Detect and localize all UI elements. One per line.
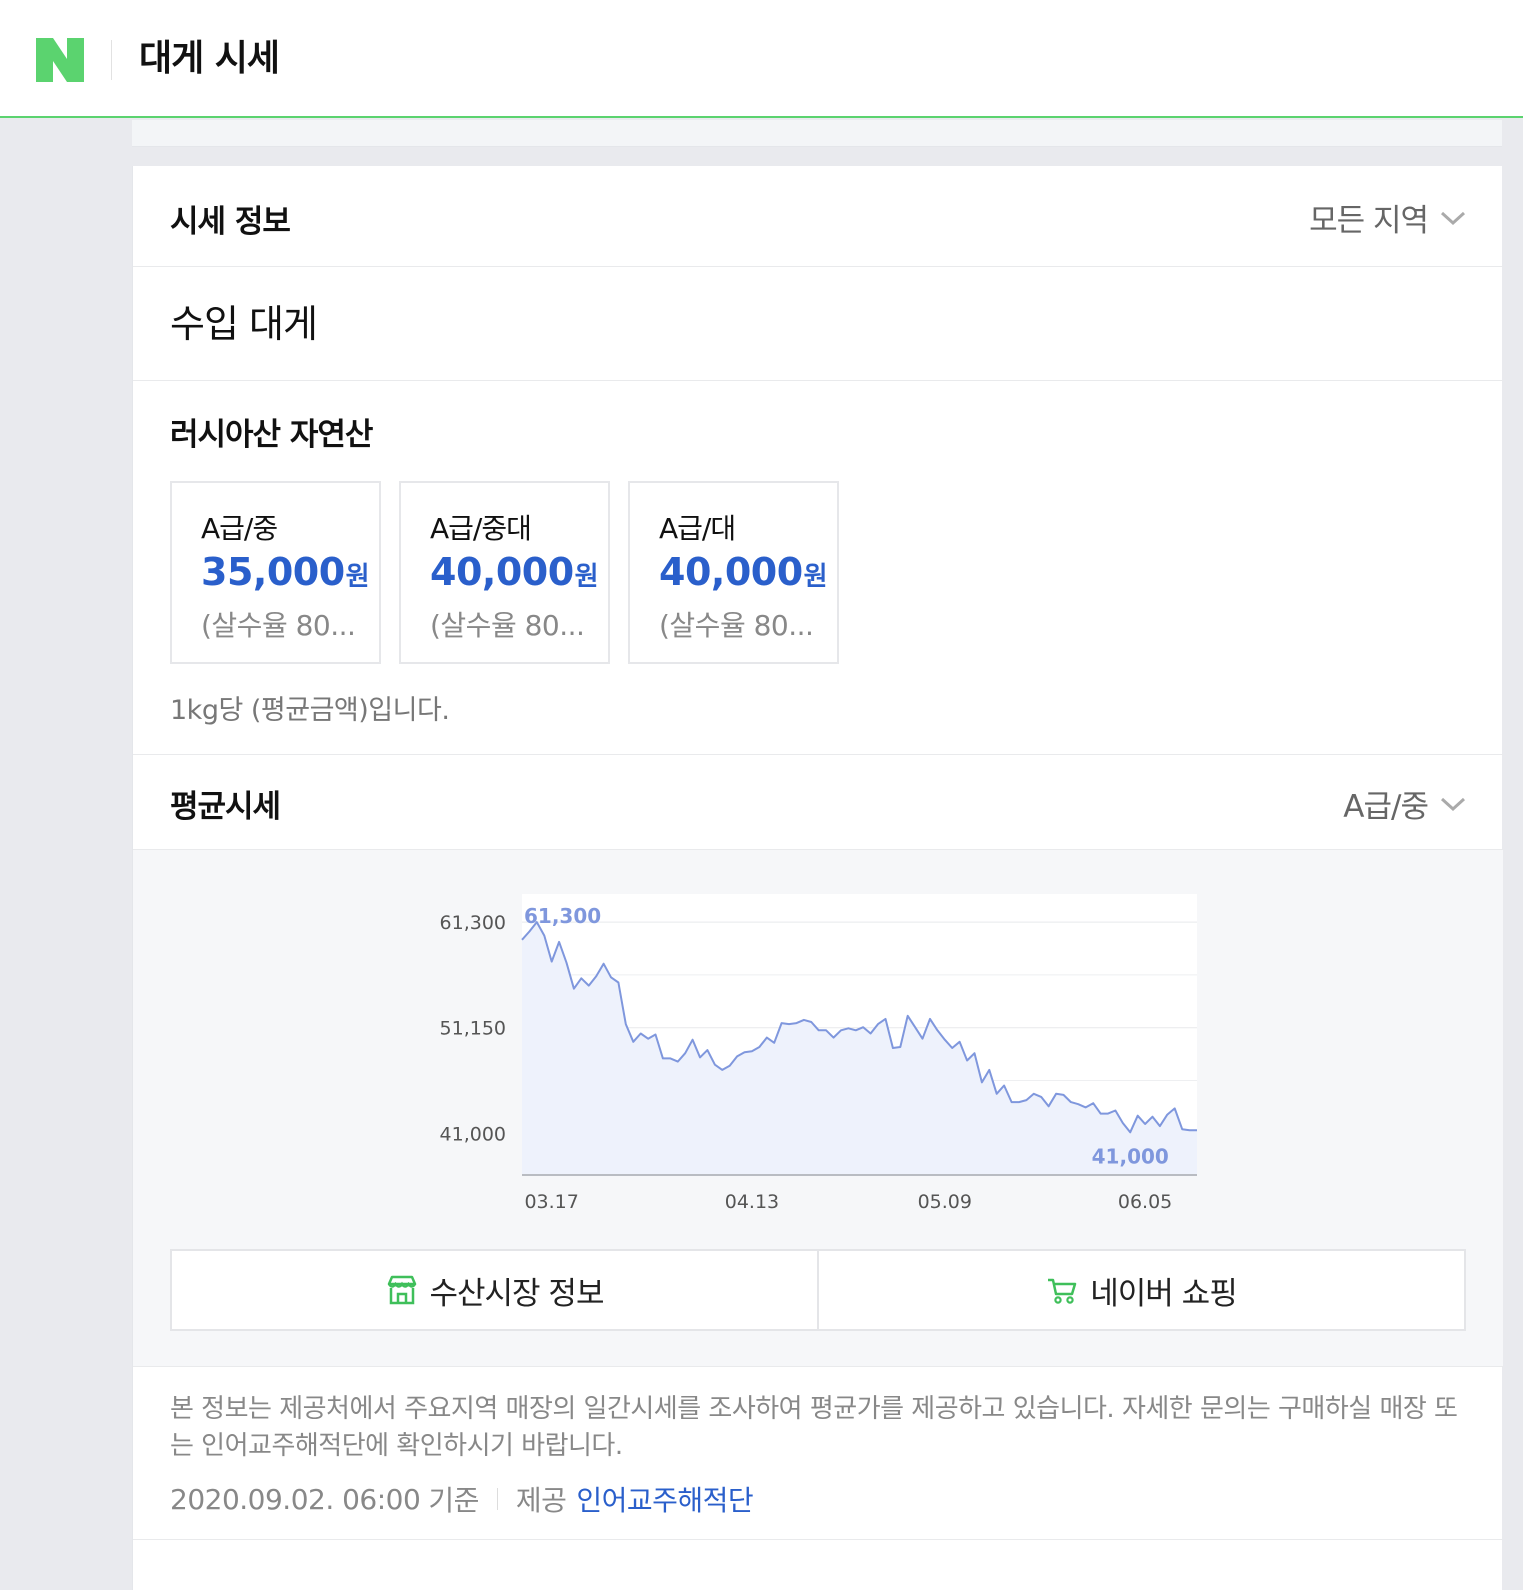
y-tick-label: 61,300 xyxy=(440,912,506,934)
source-divider xyxy=(496,1488,498,1510)
grade-name: A급/대 xyxy=(659,512,736,545)
info-title: 시세 정보 xyxy=(170,204,291,240)
market-info-label: 수산시장 정보 xyxy=(429,1275,605,1312)
product-name: 수입 대게 xyxy=(170,302,318,346)
y-tick-label: 41,000 xyxy=(440,1123,506,1145)
naver-shopping-label: 네이버 쇼핑 xyxy=(1090,1275,1237,1312)
grade-note: (살수율 80... xyxy=(430,609,585,642)
grade-card[interactable]: A급/중 35,000원 (살수율 80... xyxy=(170,481,381,664)
info-header: 시세 정보 모든 지역 xyxy=(133,166,1503,267)
price-info-card: 시세 정보 모든 지역 수입 대게 러시아산 자연산 A급/중 35,000원 … xyxy=(132,166,1503,1590)
grade-note: (살수율 80... xyxy=(201,609,356,642)
price-unit: 원 xyxy=(574,562,599,592)
market-info-button[interactable]: 수산시장 정보 xyxy=(172,1251,817,1329)
shopping-cart-icon xyxy=(1048,1278,1077,1304)
grade-name: A급/중대 xyxy=(430,512,532,545)
header-divider xyxy=(111,40,112,80)
max-value-label: 61,300 xyxy=(524,904,601,928)
grade-card[interactable]: A급/중대 40,000원 (살수율 80... xyxy=(399,481,610,664)
chart-area: 61,300 51,150 41,000 03.17 04.13 05.09 06.05 61… xyxy=(133,849,1503,1367)
grade-select[interactable]: A급/중 xyxy=(1343,781,1466,826)
price-value: 35,000 xyxy=(201,550,345,594)
region-select-label: 모든 지역 xyxy=(1309,203,1429,239)
price-unit: 원 xyxy=(345,562,370,592)
per-kg-note: 1kg당 (평균금액)입니다. xyxy=(170,695,450,726)
grade-price: 40,000원 xyxy=(659,550,828,594)
disclaimer-text: 본 정보는 제공처에서 주요지역 매장의 일간시세를 조사하여 평균가를 제공하… xyxy=(170,1394,1458,1461)
avg-header: 평균시세 A급/중 xyxy=(133,754,1503,849)
region-select[interactable]: 모든 지역 xyxy=(1309,195,1466,240)
price-unit: 원 xyxy=(803,562,828,592)
product-row: 수입 대게 xyxy=(133,267,1503,381)
naver-shopping-button[interactable]: 네이버 쇼핑 xyxy=(817,1251,1464,1329)
origin-title: 러시아산 자연산 xyxy=(170,417,373,453)
x-tick-label: 06.05 xyxy=(1118,1191,1172,1213)
price-value: 40,000 xyxy=(659,550,803,594)
market-store-icon xyxy=(387,1275,416,1305)
base-date-suffix: 기준 xyxy=(428,1484,479,1517)
avg-title: 평균시세 xyxy=(170,789,281,825)
base-date: 2020.09.02. 06:00 xyxy=(170,1482,421,1516)
chevron-down-icon xyxy=(1440,211,1466,225)
y-tick-label: 51,150 xyxy=(440,1018,506,1040)
price-line-chart: 61,300 51,150 41,000 03.17 04.13 05.09 06.05 61… xyxy=(440,894,1197,1213)
grade-note: (살수율 80... xyxy=(659,609,814,642)
top-strip xyxy=(132,120,1502,147)
naver-logo-icon[interactable] xyxy=(36,38,84,82)
grade-price: 35,000원 xyxy=(201,550,370,594)
grade-price: 40,000원 xyxy=(430,550,599,594)
source-line: 2020.09.02. 06:00 기준 제공 인어교주해적단 xyxy=(170,1479,754,1519)
grade-select-label: A급/중 xyxy=(1343,789,1429,825)
min-value-label: 41,000 xyxy=(1092,1144,1169,1168)
grade-card[interactable]: A급/대 40,000원 (살수율 80... xyxy=(628,481,839,664)
chevron-down-icon xyxy=(1440,797,1466,811)
link-buttons: 수산시장 정보 네이버 쇼핑 xyxy=(170,1249,1466,1331)
page-title: 대게 시세 xyxy=(139,38,280,79)
x-tick-label: 04.13 xyxy=(725,1191,779,1213)
bottom-divider xyxy=(133,1539,1503,1540)
top-header: 대게 시세 xyxy=(0,0,1523,118)
provider-link[interactable]: 인어교주해적단 xyxy=(576,1479,753,1519)
provider-label: 제공 xyxy=(515,1484,567,1517)
price-value: 40,000 xyxy=(430,550,574,594)
x-tick-label: 03.17 xyxy=(524,1191,578,1213)
x-tick-label: 05.09 xyxy=(918,1191,972,1213)
grade-name: A급/중 xyxy=(201,512,278,545)
